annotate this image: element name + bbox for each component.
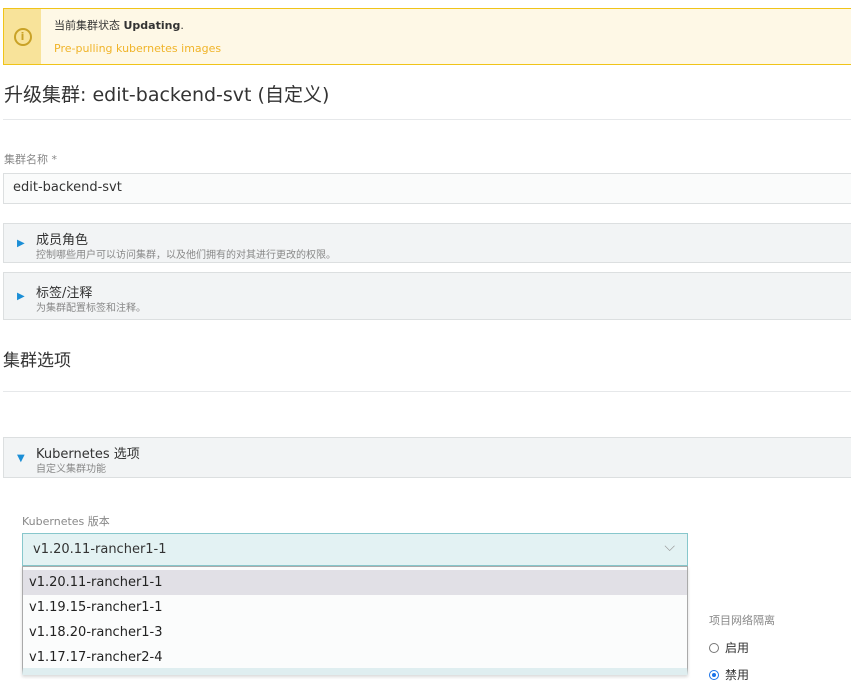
status-message: Pre-pulling kubernetes images — [54, 42, 222, 55]
accordion-labels-annotations[interactable]: ▶ 标签/注释 为集群配置标签和注释。 — [3, 272, 851, 320]
accordion-subtitle: 为集群配置标签和注释。 — [36, 303, 146, 314]
accordion-member-roles[interactable]: ▶ 成员角色 控制哪些用户可以访问集群，以及他们拥有的对其进行更改的权限。 — [3, 223, 851, 263]
dropdown-option[interactable]: v1.18.20-rancher1-3 — [23, 620, 687, 645]
caret-right-icon: ▶ — [17, 238, 25, 249]
accordion-subtitle: 自定义集群功能 — [36, 464, 106, 475]
accordion-kubernetes-options[interactable]: ▼ Kubernetes 选项 自定义集群功能 — [3, 437, 851, 478]
status-value: Updating — [123, 19, 181, 32]
accordion-subtitle: 控制哪些用户可以访问集群，以及他们拥有的对其进行更改的权限。 — [36, 250, 336, 261]
divider — [3, 119, 851, 120]
radio-label: 禁用 — [725, 668, 750, 682]
selected-value: v1.20.11-rancher1-1 — [33, 542, 167, 557]
radio-label: 启用 — [725, 641, 750, 655]
k8s-version-dropdown: v1.20.11-rancher1-1 v1.19.15-rancher1-1 … — [22, 566, 688, 675]
status-suffix: . — [180, 19, 184, 32]
divider — [3, 391, 851, 392]
caret-down-icon: ▼ — [17, 453, 25, 464]
cluster-name-label: 集群名称 * — [4, 153, 57, 166]
status-banner: i 当前集群状态 Updating. Pre-pulling kubernete… — [3, 8, 851, 65]
dropdown-option[interactable]: v1.19.15-rancher1-1 — [23, 595, 687, 620]
radio-button[interactable] — [709, 642, 719, 653]
section-title: 集群选项 — [3, 351, 71, 371]
radio-disable[interactable]: 禁用 — [709, 666, 749, 683]
dropdown-option[interactable]: v1.20.11-rancher1-1 — [23, 570, 687, 595]
info-icon: i — [4, 9, 41, 64]
radio-enable[interactable]: 启用 — [709, 639, 749, 656]
chevron-down-icon: ⌵ — [664, 539, 675, 555]
k8s-version-label: Kubernetes 版本 — [22, 515, 110, 528]
caret-right-icon: ▶ — [17, 291, 25, 302]
radio-button[interactable] — [709, 669, 719, 680]
cluster-name-input[interactable]: edit-backend-svt — [3, 173, 851, 204]
k8s-version-select[interactable]: v1.20.11-rancher1-1 ⌵ — [22, 533, 688, 566]
network-isolation-label: 项目网络隔离 — [709, 614, 775, 627]
status-prefix: 当前集群状态 — [54, 19, 120, 32]
dropdown-option[interactable]: v1.17.17-rancher2-4 — [23, 645, 687, 670]
page-title: 升级集群: edit-backend-svt (自定义) — [4, 84, 330, 106]
